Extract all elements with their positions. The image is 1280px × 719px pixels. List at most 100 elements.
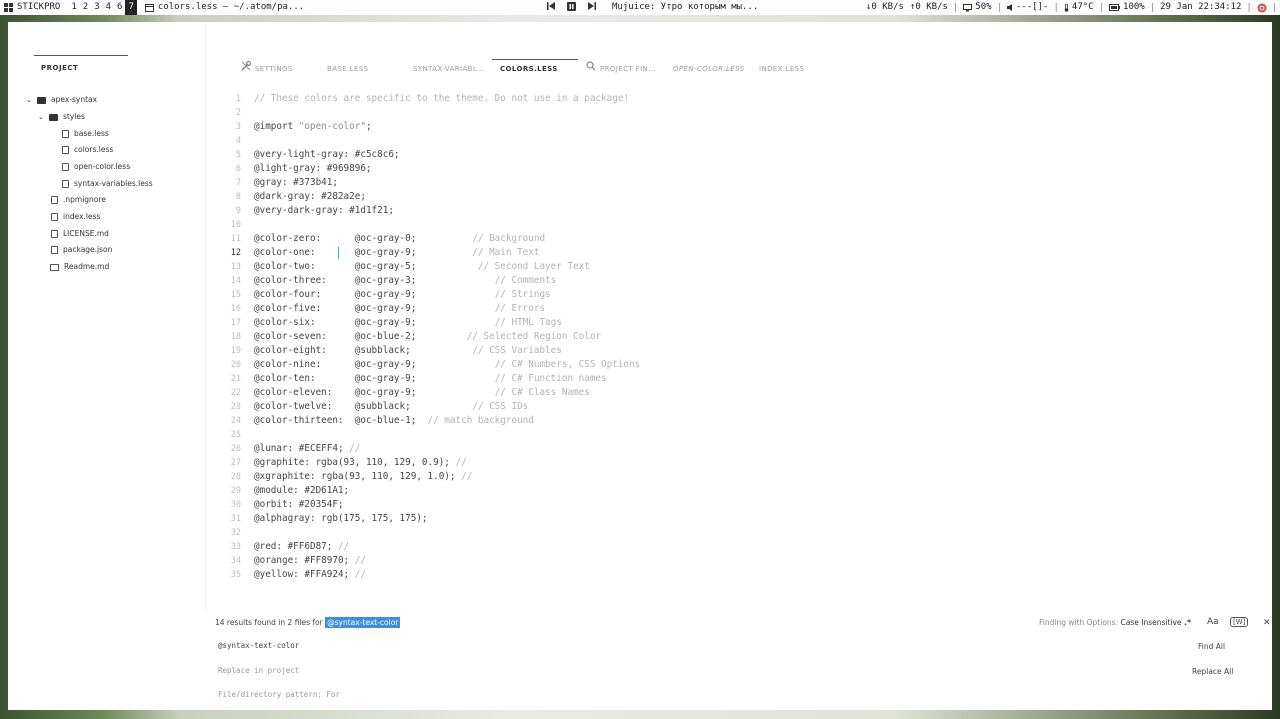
find-options-summary: Finding with Options: Case Insensitive xyxy=(1039,618,1182,627)
code-line[interactable]: 2 xyxy=(218,106,1258,120)
code-line[interactable]: 4 xyxy=(218,134,1258,148)
code-text: @color-ten: @oc-gray-9; xyxy=(254,373,495,384)
tree-folder-styles[interactable]: ⌄ styles xyxy=(38,111,85,123)
path-pattern-input[interactable]: File/directory pattern: For xyxy=(218,690,340,699)
tree-file-base-less[interactable]: base.less xyxy=(62,128,109,140)
code-line[interactable]: 18 @color-seven: @oc-blue-2; // Selected … xyxy=(218,330,1258,344)
code-line[interactable]: 32 xyxy=(218,526,1258,540)
tree-file-colors-less[interactable]: colors.less xyxy=(62,144,113,156)
code-comment: // Strings xyxy=(494,289,551,300)
code-line[interactable]: 34 @orange: #FF8970; // xyxy=(218,554,1258,568)
code-line[interactable]: 33 @red: #FF6D87; // xyxy=(218,540,1258,554)
code-line[interactable]: 6 @light-gray: #969896; xyxy=(218,162,1258,176)
volume-level[interactable]: ---[]- xyxy=(1016,0,1049,15)
code-line[interactable]: 22 @color-eleven: @oc-gray-9; // C# Class… xyxy=(218,386,1258,400)
memory-usage: 50% xyxy=(975,2,992,12)
code-line[interactable]: 16 @color-five: @oc-gray-9; // Errors xyxy=(218,302,1258,316)
tab-index-less[interactable]: INDEX.LESS xyxy=(751,60,827,78)
code-text: @color-six: @oc-gray-9; xyxy=(254,317,495,328)
workspace-switcher: 123467 xyxy=(68,0,137,15)
line-number: 4 xyxy=(235,136,241,146)
code-text: @color-seven: @oc-blue-2; xyxy=(254,331,467,342)
find-all-button[interactable]: Find All xyxy=(1198,642,1225,651)
workspace-3[interactable]: 3 xyxy=(91,0,102,15)
code-line[interactable]: 9 @very-dark-gray: #1d1f21; xyxy=(218,204,1258,218)
tab-colors-less[interactable]: COLORS.LESS xyxy=(492,59,578,78)
datetime[interactable]: 29 Jan 22:34:12 xyxy=(1160,0,1241,15)
tree-file-open-color-less[interactable]: open-color.less xyxy=(62,161,130,173)
code-line[interactable]: 25 xyxy=(218,428,1258,442)
code-comment: // HTML Tags xyxy=(494,317,562,328)
case-sensitive-toggle[interactable]: Aa xyxy=(1207,617,1219,627)
code-line[interactable]: 30 @orbit: #20354F; xyxy=(218,498,1258,512)
code-line[interactable]: 26 @lunar: #ECEFF4; // xyxy=(218,442,1258,456)
replace-input[interactable]: Replace in project xyxy=(218,666,299,675)
code-line[interactable]: 35 @yellow: #FFA924; // xyxy=(218,568,1258,582)
code-line[interactable]: 11 @color-zero: @oc-gray-0; // Background xyxy=(218,232,1258,246)
tree-file-index-less[interactable]: index.less xyxy=(51,211,100,223)
tree-file-package-json[interactable]: package.json xyxy=(51,244,112,256)
tab-settings[interactable]: SETTINGS xyxy=(233,60,319,78)
replace-all-button[interactable]: Replace All xyxy=(1192,667,1233,676)
code-comment: // xyxy=(455,457,467,468)
line-number: 8 xyxy=(235,192,241,202)
line-number: 34 xyxy=(230,556,241,566)
whole-word-toggle[interactable]: [W] xyxy=(1230,617,1249,627)
now-playing[interactable]: Mujuice: Утро которым мы... xyxy=(612,0,758,15)
tab-syntax-variables[interactable]: SYNTAX-VARIABL... xyxy=(405,60,492,78)
line-code: // These colors are specific to the them… xyxy=(254,92,629,106)
workspace-1[interactable]: 1 xyxy=(68,0,79,15)
code-line[interactable]: 3 @import "open-color"; xyxy=(218,120,1258,134)
previous-track-icon[interactable] xyxy=(547,2,555,13)
code-line[interactable]: 29 @module: #2D61A1; xyxy=(218,484,1258,498)
find-input[interactable]: @syntax-text-color xyxy=(218,641,299,650)
code-line[interactable]: 7 @gray: #373b41; xyxy=(218,176,1258,190)
line-code: @orange: #FF8970; // xyxy=(254,554,366,568)
tab-base-less[interactable]: BASE.LESS xyxy=(319,60,405,78)
code-text: @color-eight: @subblack; xyxy=(254,345,473,356)
code-line[interactable]: 19 @color-eight: @subblack; // CSS Variab… xyxy=(218,344,1258,358)
regex-toggle[interactable]: .* xyxy=(1184,618,1191,627)
code-line[interactable]: 28 @xgraphite: rgba(93, 110, 129, 1.0); /… xyxy=(218,470,1258,484)
code-line[interactable]: 31 @alphagray: rgb(175, 175, 175); xyxy=(218,512,1258,526)
tab-label: OPEN-COLOR.LESS xyxy=(673,65,745,73)
tab-open-color-less[interactable]: OPEN-COLOR.LESS xyxy=(665,60,751,78)
code-line[interactable]: 21 @color-ten: @oc-gray-9; // C# Function… xyxy=(218,372,1258,386)
tree-file-npmignore[interactable]: .npmignore xyxy=(51,194,106,206)
line-number: 32 xyxy=(230,528,241,538)
line-number: 15 xyxy=(230,290,241,300)
code-line[interactable]: 17 @color-six: @oc-gray-9; // HTML Tags xyxy=(218,316,1258,330)
tree-file-syntax-variables-less[interactable]: syntax-variables.less xyxy=(62,178,153,190)
code-line[interactable]: 13 @color-two: @oc-gray-5; // Second Laye… xyxy=(218,260,1258,274)
close-icon[interactable]: ✕ xyxy=(1263,618,1271,628)
code-line[interactable]: 23 @color-twelve: @subblack; // CSS IDs xyxy=(218,400,1258,414)
tree-item-label: package.json xyxy=(63,245,113,254)
code-line[interactable]: 27 @graphite: rgba(93, 110, 129, 0.9); // xyxy=(218,456,1258,470)
code-editor[interactable]: 1 // These colors are specific to the the… xyxy=(218,92,1258,582)
code-line[interactable]: 20 @color-nine: @oc-gray-9; // C# Numbers… xyxy=(218,358,1258,372)
next-track-icon[interactable] xyxy=(588,2,596,13)
code-line[interactable]: 14 @color-three: @oc-gray-3; // Comments xyxy=(218,274,1258,288)
tree-file-license-md[interactable]: LICENSE.md xyxy=(51,228,109,240)
pause-icon[interactable] xyxy=(567,1,576,14)
tab-project-find[interactable]: PROJECT FIN... xyxy=(578,60,665,78)
code-line[interactable]: 12 @color-one: @oc-gray-9; // Main Text xyxy=(218,246,1258,260)
workspace-7[interactable]: 7 xyxy=(125,0,137,15)
code-comment: // Selected Region Color xyxy=(466,331,602,342)
project-panel-title[interactable]: PROJECT xyxy=(34,55,128,81)
workspace-4[interactable]: 4 xyxy=(103,0,114,15)
line-number: 10 xyxy=(230,220,241,230)
tree-file-readme-md[interactable]: Readme.md xyxy=(50,261,109,273)
code-line[interactable]: 24 @color-thirteen: @oc-blue-1; // match … xyxy=(218,414,1258,428)
line-number: 11 xyxy=(230,234,241,244)
code-line[interactable]: 15 @color-four: @oc-gray-9; // Strings xyxy=(218,288,1258,302)
workspace-2[interactable]: 2 xyxy=(80,0,91,15)
code-line[interactable]: 5 @very-light-gray: #c5c8c6; xyxy=(218,148,1258,162)
tree-item-label: syntax-variables.less xyxy=(74,179,153,188)
code-line[interactable]: 10 xyxy=(218,218,1258,232)
code-line[interactable]: 8 @dark-gray: #282a2e; xyxy=(218,190,1258,204)
code-line[interactable]: 1 // These colors are specific to the the… xyxy=(218,92,1258,106)
tree-folder-apex-syntax[interactable]: ⌄ apex-syntax xyxy=(26,94,97,106)
chrome-icon[interactable] xyxy=(1257,0,1267,15)
workspace-6[interactable]: 6 xyxy=(114,0,125,15)
